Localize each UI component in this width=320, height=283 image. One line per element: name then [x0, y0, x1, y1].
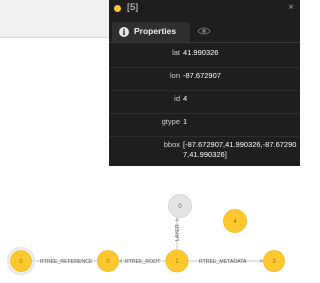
graph-node[interactable]: 1	[165, 249, 189, 273]
property-row-id: id 4	[109, 94, 300, 114]
tab-properties[interactable]: i Properties	[112, 22, 190, 42]
properties-panel: [5] × i Properties lat 41.990326 lon -87…	[109, 0, 300, 166]
tab-properties-label: Properties	[134, 26, 177, 36]
edge-label-rtree-reference: RTREE_REFERENCE	[40, 259, 93, 265]
property-row-lon: lon -87.672907	[109, 71, 300, 91]
panel-title: [5]	[127, 2, 139, 13]
property-key: id	[174, 94, 180, 103]
graph-node-selected[interactable]: 0	[6, 246, 36, 276]
property-value: -87.672907	[183, 71, 221, 80]
node-color-dot	[114, 5, 121, 12]
property-key: lat	[172, 48, 180, 57]
property-value: 1	[183, 117, 188, 126]
graph-node[interactable]: 3	[263, 250, 285, 272]
property-value: 41.990326	[183, 48, 219, 57]
property-row-lat: lat 41.990326	[109, 48, 300, 68]
close-icon[interactable]: ×	[288, 2, 294, 13]
panel-tabs: i Properties	[109, 20, 300, 43]
property-key: lon	[169, 71, 180, 80]
edge-label-rtree-metadata: RTREE_METADATA	[199, 259, 247, 265]
edge-label-layer: LAYER	[175, 224, 181, 241]
property-row-bbox: bbox [-87.672907,41.990326,-87.672907,41…	[109, 140, 300, 166]
property-value: 4	[183, 94, 188, 103]
property-key: bbox	[163, 140, 180, 149]
graph-node[interactable]: 4	[223, 209, 247, 233]
graph-node[interactable]: 0	[168, 194, 192, 218]
info-icon: i	[119, 27, 129, 37]
edge-label-rtree-root: RTREE_ROOT	[125, 259, 161, 265]
property-value: [-87.672907,41.990326,-87.672907,41.9903…	[183, 140, 297, 159]
graph-node[interactable]: 0	[97, 250, 119, 272]
eye-icon[interactable]	[197, 24, 211, 38]
property-key: gtype	[161, 117, 180, 126]
property-row-gtype: gtype 1	[109, 117, 300, 137]
panel-header: [5] ×	[109, 0, 300, 18]
